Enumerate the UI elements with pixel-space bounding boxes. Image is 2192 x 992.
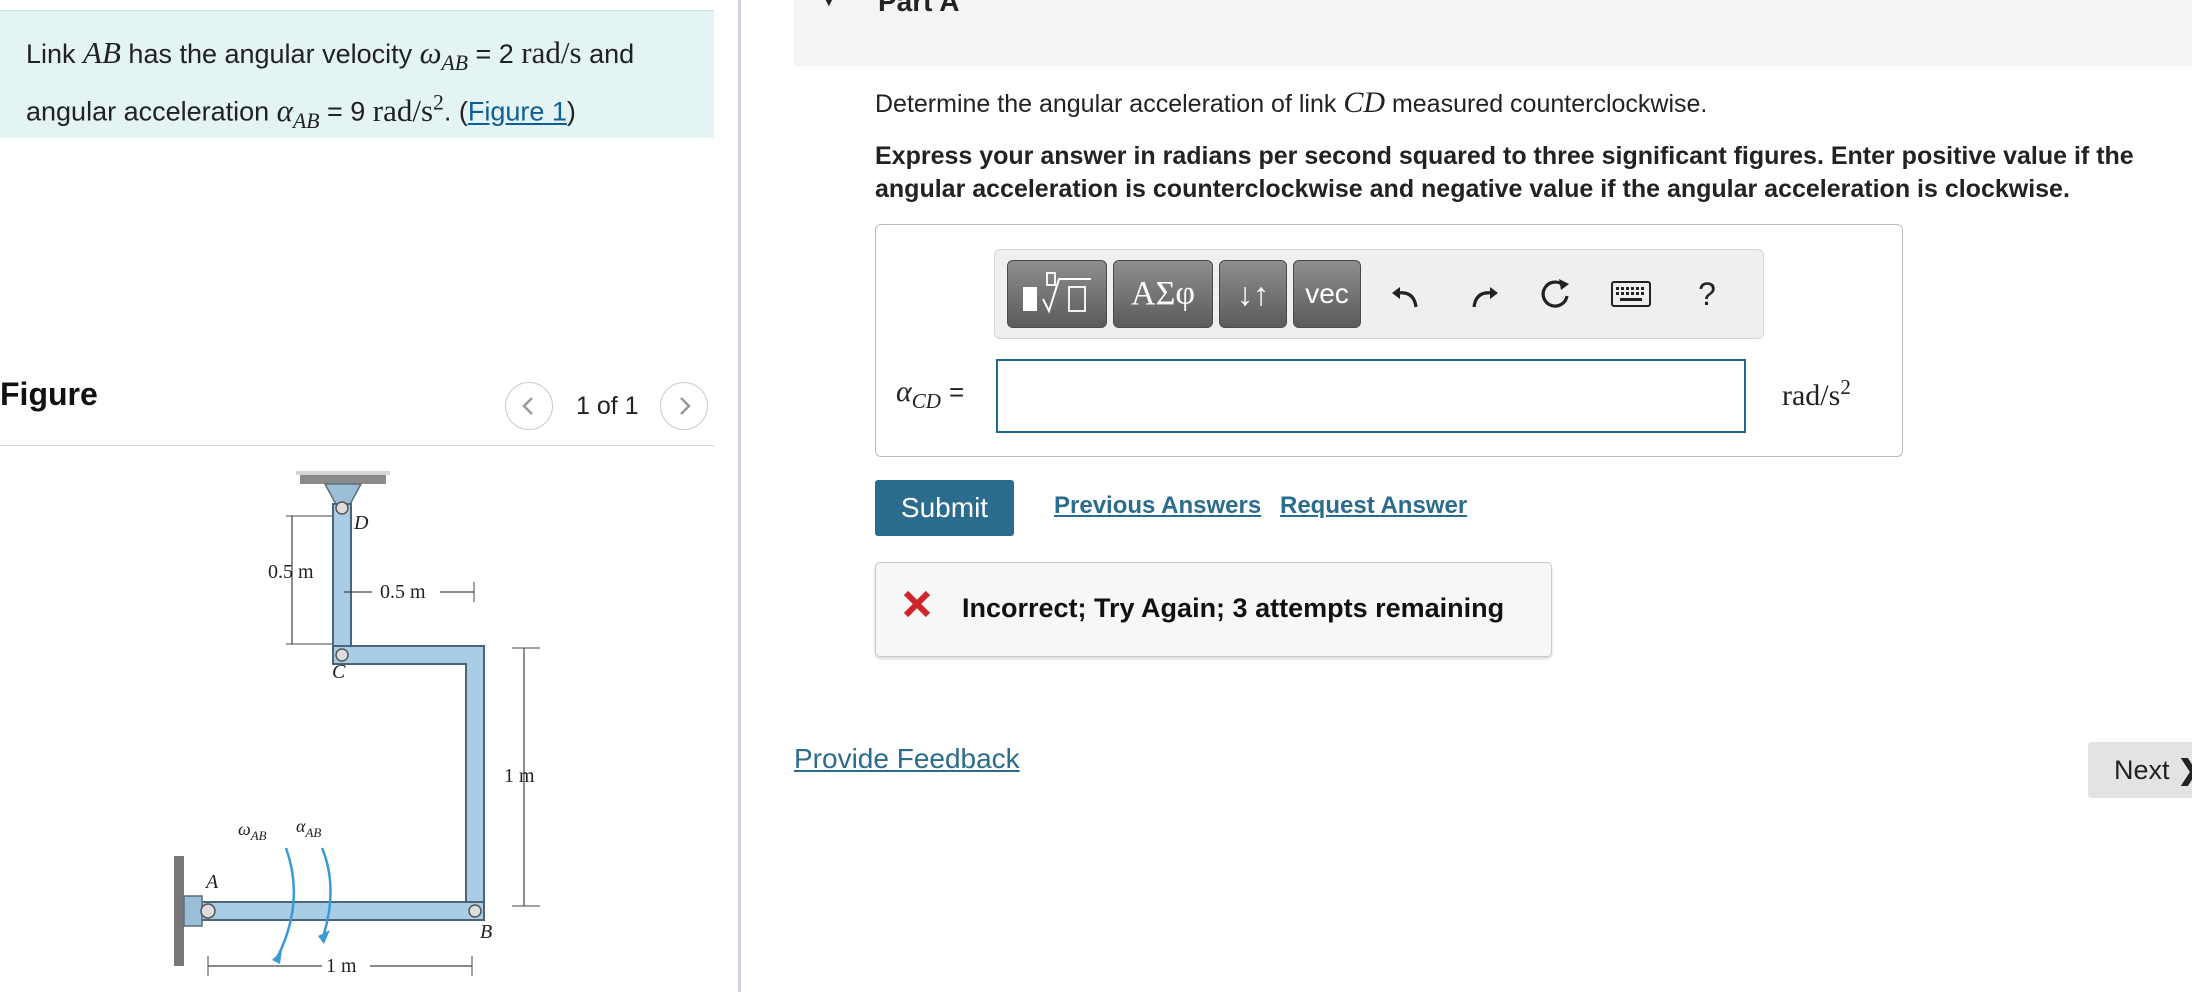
pin-b bbox=[468, 904, 482, 918]
figure-header: Figure 1 of 1 bbox=[0, 370, 714, 446]
alpha-arrow bbox=[320, 847, 332, 935]
help-button[interactable]: ? bbox=[1681, 268, 1733, 320]
alpha-symbol: αAB bbox=[276, 92, 320, 133]
feedback-text: Incorrect; Try Again; 3 attempts remaini… bbox=[962, 593, 1505, 623]
vec-button[interactable]: vec bbox=[1293, 260, 1361, 328]
pin-d bbox=[335, 501, 349, 515]
next-button[interactable]: Next ❯ bbox=[2088, 742, 2192, 798]
label-a: A bbox=[204, 871, 219, 893]
figure-next-button[interactable] bbox=[660, 382, 708, 430]
omega-symbol: ωAB bbox=[419, 35, 468, 76]
alpha-value: = 9 bbox=[319, 96, 373, 127]
feedback-message-box: Incorrect; Try Again; 3 attempts remaini… bbox=[875, 562, 1552, 657]
left-panel: Link AB has the angular velocity ωAB = 2… bbox=[0, 0, 715, 992]
label-dim-half-vertical: 0.5 m bbox=[268, 561, 314, 583]
part-title: Part A bbox=[878, 0, 960, 17]
submit-button[interactable]: Submit bbox=[875, 480, 1014, 536]
chevron-right-icon: ❯ bbox=[2178, 755, 2192, 786]
label-dim-half-horizontal: 0.5 m bbox=[380, 581, 426, 603]
greek-symbols-button[interactable]: ΑΣφ bbox=[1113, 260, 1213, 328]
omega-unit: rad/s bbox=[521, 35, 582, 70]
problem-statement: Link AB has the angular velocity ωAB = 2… bbox=[26, 33, 706, 141]
answer-instructions: Express your answer in radians per secon… bbox=[875, 142, 2134, 203]
problem-text-part: . ( bbox=[443, 96, 468, 127]
reset-icon[interactable] bbox=[1529, 268, 1581, 320]
label-omega: ωAB bbox=[238, 819, 267, 843]
problem-link-name: AB bbox=[83, 35, 121, 70]
answer-input[interactable] bbox=[996, 359, 1746, 433]
templates-button[interactable] bbox=[1007, 260, 1107, 328]
label-c: C bbox=[332, 661, 346, 683]
pin-a bbox=[200, 903, 216, 919]
mechanism-figure: D C A B 0.5 m 0.5 m 1 m 1 m ωAB αAB bbox=[174, 471, 540, 977]
request-answer-link[interactable]: Request Answer bbox=[1280, 492, 1467, 520]
question-text: Determine the angular acceleration of li… bbox=[875, 86, 1708, 119]
omega-value: = 2 bbox=[468, 39, 522, 69]
figure-title: Figure bbox=[0, 376, 98, 412]
provide-feedback-link[interactable]: Provide Feedback bbox=[794, 743, 1020, 775]
problem-statement-box: Link AB has the angular velocity ωAB = 2… bbox=[0, 10, 714, 138]
collapse-caret-icon[interactable]: ▼ bbox=[818, 0, 840, 12]
label-dim-one-vertical: 1 m bbox=[504, 765, 535, 787]
pin-c bbox=[335, 648, 349, 662]
label-d: D bbox=[353, 512, 369, 534]
answer-box: ΑΣφ ↓↑ vec ? αCD = rad/s2 bbox=[875, 224, 1903, 457]
next-label: Next bbox=[2114, 754, 2170, 785]
undo-icon[interactable] bbox=[1381, 268, 1433, 320]
problem-text-part: has the angular velocity bbox=[120, 39, 420, 69]
label-dim-one-horizontal: 1 m bbox=[326, 955, 357, 977]
keyboard-icon[interactable] bbox=[1601, 268, 1661, 320]
x-mark-icon bbox=[903, 590, 931, 618]
wall-support bbox=[174, 856, 184, 966]
link-ab bbox=[199, 901, 485, 921]
previous-answers-link[interactable]: Previous Answers bbox=[1054, 492, 1261, 520]
chevron-right-icon bbox=[680, 397, 691, 415]
fraction-root-icon bbox=[1023, 272, 1091, 314]
answer-label: αCD = bbox=[896, 375, 965, 413]
label-b: B bbox=[480, 921, 492, 943]
figure-link[interactable]: Figure 1 bbox=[468, 97, 567, 127]
chevron-left-icon bbox=[522, 397, 533, 415]
part-header[interactable]: ▼ Part A bbox=[794, 0, 2192, 66]
redo-icon[interactable] bbox=[1457, 268, 1509, 320]
alpha-unit: rad/s2 bbox=[372, 90, 444, 128]
problem-text-part: ) bbox=[566, 96, 576, 127]
ceiling-support bbox=[300, 474, 386, 484]
link-bc bbox=[332, 645, 485, 917]
math-toolbar: ΑΣφ ↓↑ vec ? bbox=[994, 249, 1764, 339]
label-alpha: αAB bbox=[296, 816, 321, 840]
answer-unit: rad/s2 bbox=[1782, 375, 1851, 412]
problem-text-part: Link bbox=[26, 39, 84, 69]
figure-counter: 1 of 1 bbox=[576, 392, 639, 420]
arrows-button[interactable]: ↓↑ bbox=[1219, 260, 1287, 328]
panel-divider bbox=[738, 0, 741, 992]
link-cd bbox=[332, 503, 352, 655]
figure-prev-button[interactable] bbox=[505, 382, 553, 430]
